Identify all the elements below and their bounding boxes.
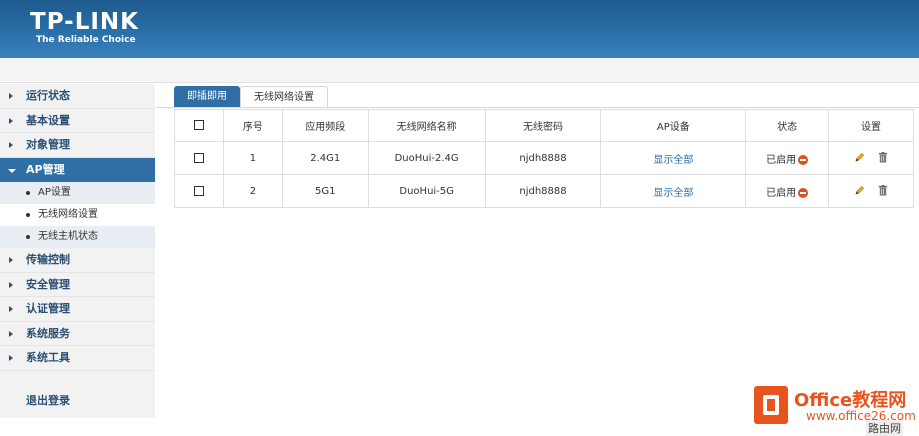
sidebar-item-label: 基本设置 [26,113,70,127]
watermark: Office教程网 www.office26.com 路由网 [754,384,916,436]
chevron-right-icon [9,330,13,337]
pencil-icon[interactable] [854,185,865,196]
chevron-down-icon [8,168,16,173]
select-all-cell [174,109,224,142]
chevron-right-icon [9,93,13,99]
sidebar-subitem-label: 无线主机状态 [38,231,98,242]
sidebar-item-label: 安全管理 [26,277,70,291]
top-subbar [0,58,919,83]
bullet-icon [26,191,30,195]
sidebar-item-run-status[interactable]: 运行状态 [0,84,155,109]
sidebar-item-system-services[interactable]: 系统服务 [0,322,155,346]
sidebar-item-label: 对象管理 [26,138,70,151]
stop-circle-icon[interactable] [798,187,809,198]
chevron-right-icon [9,355,13,361]
sidebar-item-auth-management[interactable]: 认证管理 [0,297,155,322]
sidebar-subitem-label: AP设置 [38,187,71,198]
ap-cell: 显示全部 [600,174,747,208]
chevron-right-icon [9,117,13,124]
band-cell: 2.4G1 [281,141,369,175]
status-text: 已启用 [766,187,797,199]
wireless-network-table: 序号 应用频段 无线网络名称 无线密码 AP设备 状态 设置 1 2.4G1 D… [174,109,914,208]
column-header: 状态 [745,109,830,142]
band-cell: 5G1 [281,174,369,208]
sidebar-item-label: 系统工具 [26,351,70,364]
status-cell: 已启用 [745,141,830,175]
bullet-icon [26,235,30,239]
bullet-icon [26,213,30,217]
tab-divider [156,107,919,108]
table-row: 2 5G1 DuoHui-5G njdh8888 显示全部 已启用 [174,174,914,208]
chevron-right-icon [9,306,13,312]
chevron-right-icon [9,142,13,148]
header-bar: TP-LINK The Reliable Choice [0,0,919,58]
select-all-checkbox[interactable] [193,120,204,130]
sidebar-item-label: 运行状态 [26,89,70,102]
settings-cell [828,141,914,175]
column-header: 无线网络名称 [367,109,486,142]
sidebar-item-system-tools[interactable]: 系统工具 [0,346,155,371]
brand-tagline: The Reliable Choice [36,35,136,45]
row-checkbox[interactable] [193,185,204,196]
show-all-link[interactable]: 显示全部 [653,155,693,166]
chevron-right-icon [9,257,13,263]
trash-icon[interactable] [878,185,888,196]
row-checkbox[interactable] [193,152,204,163]
settings-cell [828,174,914,208]
column-header: 设置 [828,109,914,142]
sidebar-subitem-wireless-settings[interactable]: 无线网络设置 [0,204,155,226]
ap-cell: 显示全部 [600,141,747,175]
sidebar-subitem-wireless-host-status[interactable]: 无线主机状态 [0,226,155,248]
show-all-link[interactable]: 显示全部 [653,188,693,199]
trash-icon[interactable] [878,152,888,163]
sidebar-item-object-management[interactable]: 对象管理 [0,133,155,158]
sidebar-item-label: 认证管理 [26,302,70,315]
sidebar-item-label: AP管理 [26,162,65,176]
column-header: 应用频段 [281,109,369,142]
column-header: 无线密码 [484,109,602,142]
column-header: AP设备 [600,109,747,142]
password-cell: njdh8888 [484,174,602,208]
sidebar-subitem-ap-settings[interactable]: AP设置 [0,182,155,204]
watermark-corner: 路由网 [866,420,903,436]
sidebar-item-basic-settings[interactable]: 基本设置 [0,109,155,133]
tab-plug-and-play[interactable]: 即插即用 [174,86,240,107]
table-row: 1 2.4G1 DuoHui-2.4G njdh8888 显示全部 已启用 [174,141,914,175]
status-text: 已启用 [766,154,797,166]
index-cell: 2 [222,174,283,208]
logout-link[interactable]: 退出登录 [26,392,70,408]
chevron-right-icon [9,281,13,288]
sidebar-item-security-management[interactable]: 安全管理 [0,273,155,297]
row-select-cell [174,141,224,175]
status-cell: 已启用 [745,174,830,208]
index-cell: 1 [222,141,283,175]
ssid-cell: DuoHui-5G [367,174,486,208]
row-select-cell [174,174,224,208]
office-logo-icon [754,386,788,424]
sidebar-item-transfer-control[interactable]: 传输控制 [0,248,155,273]
sidebar-item-ap-management[interactable]: AP管理 [0,157,155,182]
ssid-cell: DuoHui-2.4G [367,141,486,175]
password-cell: njdh8888 [484,141,602,175]
tab-wireless-network-settings[interactable]: 无线网络设置 [240,86,328,107]
stop-circle-icon[interactable] [798,154,809,165]
sidebar-item-label: 传输控制 [26,253,70,266]
sidebar: 运行状态 基本设置 对象管理 AP管理 AP设置 无线网络设置 无线主机状态 传… [0,84,155,418]
column-header: 序号 [222,109,283,142]
tp-link-logo: TP-LINK The Reliable Choice [30,10,139,45]
table-header-row: 序号 应用频段 无线网络名称 无线密码 AP设备 状态 设置 [174,109,914,142]
sidebar-subitem-label: 无线网络设置 [38,209,98,220]
pencil-icon[interactable] [854,152,865,163]
brand-name: TP-LINK [30,9,139,35]
sidebar-item-label: 系统服务 [26,326,70,340]
